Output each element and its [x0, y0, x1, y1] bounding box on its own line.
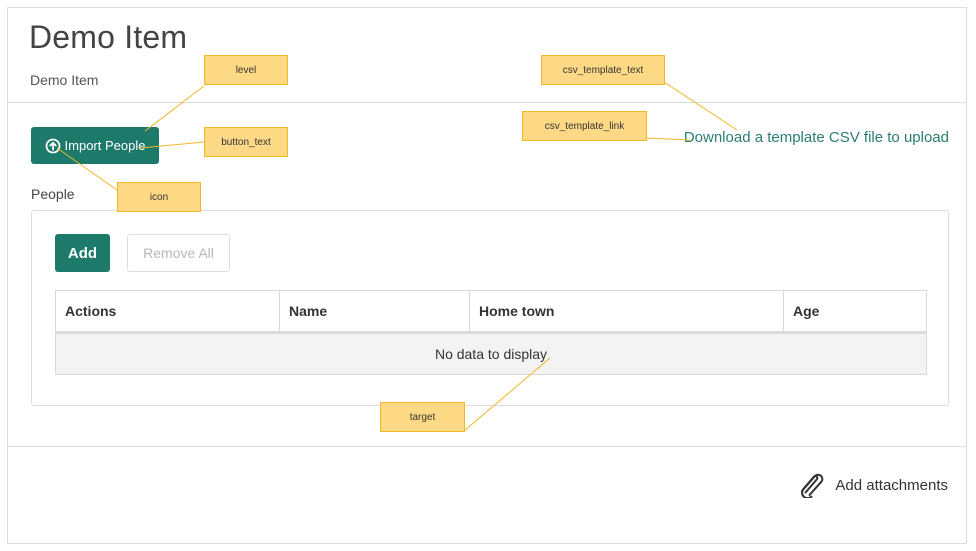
annotation-button-text: button_text	[204, 127, 288, 157]
annotation-csv-template-link: csv_template_link	[522, 111, 647, 141]
annotation-level: level	[204, 55, 288, 85]
page-title: Demo Item	[29, 19, 188, 55]
import-people-button[interactable]: Import People	[31, 127, 159, 164]
people-table: Actions Name Home town Age No data to di…	[55, 290, 927, 375]
empty-message: No data to display	[55, 332, 927, 375]
csv-template-link[interactable]: Download a template CSV file to upload	[684, 129, 949, 146]
annotation-target: target	[380, 402, 465, 432]
people-section-label: People	[31, 186, 75, 202]
table-header-row: Actions Name Home town Age	[55, 290, 927, 334]
header-divider	[7, 102, 967, 103]
column-header-actions[interactable]: Actions	[55, 290, 280, 334]
remove-all-button[interactable]: Remove All	[127, 234, 230, 272]
item-subtitle: Demo Item	[30, 72, 99, 88]
annotation-csv-template-text: csv_template_text	[541, 55, 665, 85]
footer-divider	[7, 446, 967, 447]
add-attachments-label: Add attachments	[835, 476, 948, 494]
column-header-age[interactable]: Age	[783, 290, 927, 334]
arrow-up-circle-icon	[45, 138, 61, 154]
import-button-label: Import People	[64, 138, 146, 153]
column-header-home-town[interactable]: Home town	[469, 290, 784, 334]
add-attachments-button[interactable]: Add attachments	[797, 472, 948, 498]
add-person-button[interactable]: Add	[55, 234, 110, 272]
paperclip-icon	[797, 472, 827, 498]
annotation-icon: icon	[117, 182, 201, 212]
table-row: No data to display	[55, 332, 927, 375]
column-header-name[interactable]: Name	[279, 290, 470, 334]
